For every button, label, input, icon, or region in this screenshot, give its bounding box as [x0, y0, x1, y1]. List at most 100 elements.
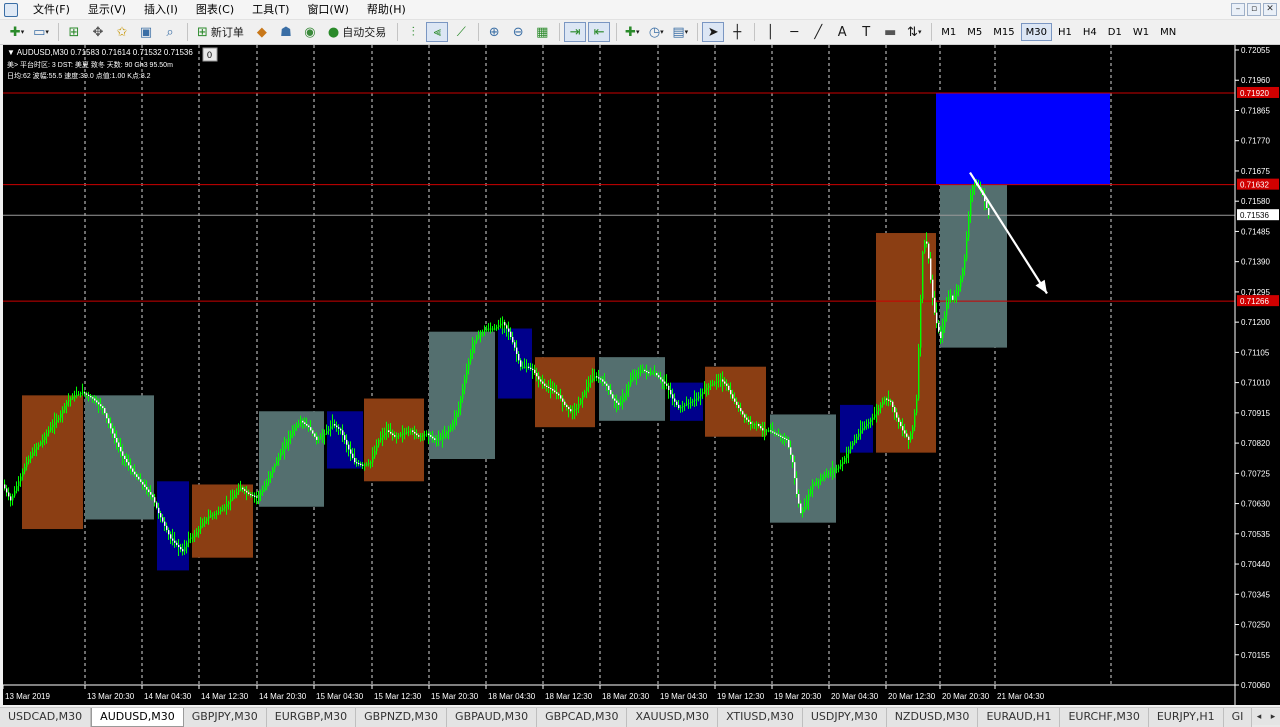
candle-body — [240, 487, 242, 491]
tile-windows-button[interactable]: ▦ — [531, 22, 553, 42]
timeframe-mn[interactable]: MN — [1155, 23, 1181, 41]
timeframe-m1[interactable]: M1 — [936, 23, 961, 41]
chart-window[interactable]: 0.72055 0.71960 0.71865 0.71770 0.71675 0.715… — [3, 45, 1280, 705]
timeframe-h4[interactable]: H4 — [1078, 23, 1102, 41]
symbol-tab[interactable]: EURCHF,M30 — [1060, 708, 1149, 727]
candle-body — [220, 509, 222, 512]
candle-body — [266, 482, 268, 488]
autotrading-button[interactable]: ● 自动交易 — [323, 22, 391, 42]
candle-body — [682, 405, 684, 408]
label-button[interactable]: T — [855, 22, 877, 42]
indicators-icon: ✚ — [625, 24, 636, 40]
arrows-button[interactable]: ⇅ ▾ — [903, 22, 925, 42]
symbol-tab[interactable]: XTIUSD,M30 — [718, 708, 803, 727]
candle-body — [34, 449, 36, 453]
menu-file[interactable]: 文件(F) — [24, 0, 79, 20]
candle-chart-button[interactable]: ⫷ — [426, 22, 449, 42]
candle-body — [180, 547, 182, 550]
symbol-tab[interactable]: GBPNZD,M30 — [356, 708, 448, 727]
candle-body — [162, 517, 164, 522]
indicators-button[interactable]: ✚ ▾ — [621, 22, 643, 42]
price-chart[interactable]: 0.72055 0.71960 0.71865 0.71770 0.71675 0.715… — [3, 45, 1280, 705]
candle-body — [964, 258, 966, 270]
zoom-out-button[interactable]: ⊖ — [507, 22, 529, 42]
tab-scroll-left-icon[interactable]: ◂ — [1252, 709, 1266, 725]
rectangle-button[interactable]: ▬ — [879, 22, 901, 42]
line-chart-button[interactable]: ⟋ — [450, 22, 472, 42]
candle-body — [674, 398, 676, 402]
symbol-tab[interactable]: GI — [1223, 708, 1253, 727]
data-window-button[interactable]: ✥ — [87, 22, 109, 42]
trendline-button[interactable]: ╱ — [807, 22, 829, 42]
candle-body — [62, 409, 64, 414]
candle-body — [628, 384, 630, 391]
symbol-tab[interactable]: GBPAUD,M30 — [447, 708, 538, 727]
bar-chart-button[interactable]: ⫶ — [402, 22, 424, 42]
candle-body — [934, 297, 936, 313]
symbol-tab[interactable]: XAUUSD,M30 — [627, 708, 719, 727]
candle-body — [84, 392, 86, 394]
horizontal-line-button[interactable]: ─ — [783, 22, 805, 42]
symbol-tab[interactable]: USDCAD,M30 — [0, 708, 92, 727]
tab-scroll-right-icon[interactable]: ▸ — [1266, 709, 1280, 725]
candle-body — [302, 420, 304, 423]
timeframe-m5[interactable]: M5 — [962, 23, 987, 41]
timeframe-h1[interactable]: H1 — [1053, 23, 1077, 41]
crosshair-button[interactable]: ┼ — [726, 22, 748, 42]
new-chart-button[interactable]: ✚ ▾ — [6, 22, 28, 42]
menu-window[interactable]: 窗口(W) — [298, 0, 357, 20]
symbol-tab[interactable]: EURJPY,H1 — [1148, 708, 1224, 727]
timeframe-m30[interactable]: M30 — [1020, 23, 1052, 41]
signals-button[interactable]: ◉ — [299, 22, 321, 42]
autoscroll-button[interactable]: ⇥ — [564, 22, 587, 42]
periods-button[interactable]: ◷ ▾ — [645, 22, 667, 42]
bid-price-label: 0.71536 — [1240, 211, 1269, 220]
market-watch-button[interactable]: ⊞ — [63, 22, 85, 42]
symbol-tab[interactable]: USDJPY,M30 — [802, 708, 887, 727]
meta-editor-button[interactable]: ◆ — [251, 22, 273, 42]
candle-body — [952, 295, 954, 300]
window-icon: ▭ — [33, 24, 46, 40]
timeframe-w1[interactable]: W1 — [1128, 23, 1154, 41]
symbol-tab[interactable]: GBPJPY,M30 — [183, 708, 267, 727]
cursor-icon: ➤ — [707, 24, 719, 40]
candle-body — [652, 373, 654, 375]
new-order-button[interactable]: ⊞ 新订单 — [192, 22, 249, 42]
templates-button[interactable]: ▤ ▾ — [669, 22, 691, 42]
candle-body — [272, 468, 274, 474]
symbol-tab[interactable]: EURGBP,M30 — [266, 708, 357, 727]
symbol-tab[interactable]: GBPCAD,M30 — [537, 708, 628, 727]
profiles-button[interactable]: ▭ ▾ — [30, 22, 52, 42]
restore-button[interactable]: ▫ — [1247, 3, 1261, 16]
timeframe-m15[interactable]: M15 — [988, 23, 1019, 41]
menu-help[interactable]: 帮助(H) — [358, 0, 415, 20]
candle-body — [4, 484, 6, 489]
candle-body — [938, 323, 940, 332]
menu-charts[interactable]: 图表(C) — [187, 0, 243, 20]
price-tick-label: 0.72055 — [1241, 46, 1270, 55]
text-button[interactable]: A — [831, 22, 853, 42]
candle-body — [862, 428, 864, 431]
close-button[interactable]: ✕ — [1263, 3, 1277, 16]
tester-button[interactable]: ⌕ — [159, 22, 181, 42]
terminal-button[interactable]: ▣ — [135, 22, 157, 42]
menu-view[interactable]: 显示(V) — [79, 0, 135, 20]
minimize-button[interactable]: – — [1231, 3, 1245, 16]
zoom-in-button[interactable]: ⊕ — [483, 22, 505, 42]
candle-body — [958, 287, 960, 292]
chart-shift-button[interactable]: ⇤ — [588, 22, 611, 42]
timeframe-d1[interactable]: D1 — [1103, 23, 1127, 41]
vertical-line-button[interactable]: │ — [759, 22, 781, 42]
menu-tools[interactable]: 工具(T) — [243, 0, 298, 20]
label-icon: T — [862, 24, 871, 40]
community-button[interactable]: ☗ — [275, 22, 297, 42]
navigator-button[interactable]: ✩ — [111, 22, 133, 42]
menu-insert[interactable]: 插入(I) — [135, 0, 187, 20]
symbol-tab[interactable]: NZDUSD,M30 — [886, 708, 979, 727]
cursor-button[interactable]: ➤ — [702, 22, 725, 42]
candle-body — [58, 417, 60, 421]
candle-body — [706, 387, 708, 391]
symbol-tab[interactable]: AUDUSD,M30 — [91, 708, 184, 727]
symbol-tab[interactable]: EURAUD,H1 — [978, 708, 1061, 727]
candle-body — [826, 473, 828, 476]
